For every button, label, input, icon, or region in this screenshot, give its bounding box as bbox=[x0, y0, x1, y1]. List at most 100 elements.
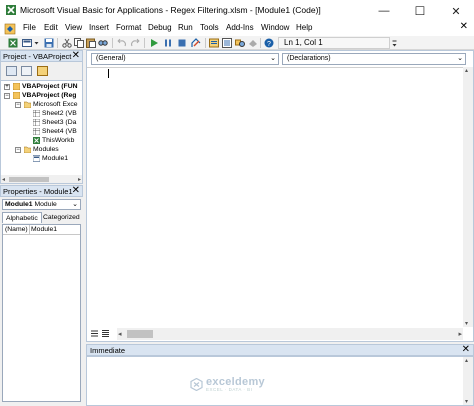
menu-run[interactable]: Run bbox=[178, 23, 193, 32]
scroll-thumb[interactable] bbox=[127, 330, 153, 338]
procedure-view-icon[interactable] bbox=[90, 329, 99, 338]
view-excel-icon[interactable] bbox=[8, 38, 18, 48]
close-code-window-icon[interactable]: ✕ bbox=[460, 22, 468, 32]
menu-help[interactable]: Help bbox=[296, 23, 312, 32]
find-icon[interactable] bbox=[98, 38, 108, 48]
scroll-up-icon[interactable]: ▴ bbox=[465, 67, 468, 74]
view-object-icon[interactable] bbox=[21, 66, 32, 76]
worksheet-icon bbox=[33, 119, 40, 126]
insert-module-icon[interactable] bbox=[22, 38, 32, 48]
immediate-pane-title: Immediate bbox=[90, 346, 126, 355]
immediate-vertical-scrollbar[interactable]: ▴ ▾ bbox=[463, 357, 473, 405]
reset-icon[interactable] bbox=[177, 38, 187, 48]
property-row-name[interactable]: (Name) Module1 bbox=[3, 225, 80, 235]
scroll-down-icon[interactable]: ▾ bbox=[465, 398, 468, 405]
menu-insert[interactable]: Insert bbox=[89, 23, 109, 32]
tree-label: Sheet4 (VB bbox=[42, 128, 77, 135]
menu-bar: File Edit View Insert Format Debug Run T… bbox=[0, 22, 474, 36]
menu-debug[interactable]: Debug bbox=[148, 23, 172, 32]
expander[interactable]: − bbox=[15, 147, 21, 153]
chevron-down-icon[interactable]: ⌄ bbox=[457, 54, 463, 64]
redo-icon[interactable] bbox=[130, 38, 140, 48]
menu-format[interactable]: Format bbox=[116, 23, 141, 32]
menu-view[interactable]: View bbox=[65, 23, 82, 32]
menu-window[interactable]: Window bbox=[261, 23, 289, 32]
tree-item-sheet4[interactable]: Sheet4 (VB bbox=[33, 127, 77, 136]
close-immediate-pane-icon[interactable]: ✕ bbox=[462, 345, 470, 355]
menu-tools[interactable]: Tools bbox=[200, 23, 219, 32]
object-combo[interactable]: (General) ⌄ bbox=[91, 53, 279, 65]
project-tree-scrollbar[interactable]: ◂ ▸ bbox=[1, 175, 82, 183]
tree-item-sheet3[interactable]: Sheet3 (Da bbox=[33, 118, 76, 127]
property-name: (Name) bbox=[5, 226, 28, 233]
maximize-button[interactable]: ☐ bbox=[402, 0, 438, 22]
tree-item-module1[interactable]: Module1 bbox=[33, 154, 68, 163]
run-icon[interactable] bbox=[149, 38, 159, 48]
svg-text:?: ? bbox=[267, 41, 271, 48]
expander[interactable]: + bbox=[4, 84, 10, 90]
tree-item-vbaproject-regex[interactable]: VBAProject (Reg bbox=[13, 91, 76, 100]
expander[interactable]: − bbox=[15, 102, 21, 108]
object-name: Module1 bbox=[5, 201, 33, 208]
tree-item-sheet2[interactable]: Sheet2 (VB bbox=[33, 109, 77, 118]
immediate-pane-header: Immediate ✕ bbox=[86, 344, 474, 356]
toggle-folders-icon[interactable] bbox=[37, 66, 48, 76]
scroll-up-icon[interactable]: ▴ bbox=[465, 357, 468, 364]
close-project-pane-icon[interactable]: ✕ bbox=[72, 51, 80, 61]
copy-icon[interactable] bbox=[74, 38, 84, 48]
tree-item-thisworkbook[interactable]: ThisWorkb bbox=[33, 136, 74, 145]
design-mode-icon[interactable] bbox=[191, 38, 201, 48]
project-explorer-icon[interactable] bbox=[209, 38, 219, 48]
insert-dropdown-icon[interactable] bbox=[34, 38, 39, 48]
save-icon[interactable] bbox=[44, 38, 54, 48]
scroll-right-icon[interactable]: ▸ bbox=[458, 330, 462, 338]
tree-label: VBAProject (FUN bbox=[22, 83, 78, 90]
minimize-button[interactable]: — bbox=[366, 0, 402, 22]
properties-window-icon[interactable] bbox=[222, 38, 232, 48]
undo-icon[interactable] bbox=[117, 38, 127, 48]
property-value[interactable]: Module1 bbox=[31, 225, 57, 235]
scroll-down-icon[interactable]: ▾ bbox=[465, 320, 468, 327]
help-icon[interactable]: ? bbox=[264, 38, 274, 48]
tree-label: Microsoft Exce bbox=[33, 101, 78, 108]
expander[interactable]: − bbox=[4, 93, 10, 99]
procedure-combo-value: (Declarations) bbox=[287, 55, 331, 62]
close-properties-pane-icon[interactable]: ✕ bbox=[72, 186, 80, 196]
procedure-combo[interactable]: (Declarations) ⌄ bbox=[282, 53, 466, 65]
code-horizontal-scrollbar[interactable]: ◂ ▸ bbox=[117, 328, 463, 340]
properties-object-select[interactable]: Module1 Module ⌄ bbox=[2, 199, 81, 210]
view-mode-buttons bbox=[89, 328, 115, 340]
chevron-down-icon[interactable]: ⌄ bbox=[270, 54, 276, 64]
menu-add-ins[interactable]: Add-Ins bbox=[226, 23, 254, 32]
toolbar-options-icon[interactable] bbox=[392, 39, 397, 48]
tree-item-vbaproject-fun[interactable]: VBAProject (FUN bbox=[13, 82, 78, 91]
object-browser-icon[interactable] bbox=[235, 38, 245, 48]
cut-icon[interactable] bbox=[62, 38, 72, 48]
close-button[interactable]: ✕ bbox=[438, 0, 474, 22]
tab-alphabetic[interactable]: Alphabetic bbox=[2, 212, 42, 223]
break-icon[interactable] bbox=[163, 38, 173, 48]
tab-categorized[interactable]: Categorized bbox=[40, 212, 83, 223]
object-combo-value: (General) bbox=[96, 55, 126, 62]
tree-label: Sheet2 (VB bbox=[42, 110, 77, 117]
title-bar: Microsoft Visual Basic for Applications … bbox=[0, 0, 474, 22]
scroll-thumb[interactable] bbox=[9, 177, 49, 182]
tree-item-modules[interactable]: Modules bbox=[24, 145, 59, 154]
vba-menu-icon[interactable] bbox=[4, 23, 16, 35]
code-vertical-scrollbar[interactable]: ▴ ▾ bbox=[463, 67, 473, 327]
tree-item-excel-objects[interactable]: Microsoft Exce bbox=[24, 100, 78, 109]
scroll-left-icon[interactable]: ◂ bbox=[118, 330, 122, 338]
vbaproject-icon bbox=[13, 92, 20, 99]
scroll-left-icon[interactable]: ◂ bbox=[2, 176, 5, 183]
scroll-right-icon[interactable]: ▸ bbox=[78, 176, 81, 183]
worksheet-icon bbox=[33, 128, 40, 135]
paste-icon[interactable] bbox=[86, 38, 96, 48]
chevron-down-icon: ⌄ bbox=[72, 201, 78, 208]
view-code-icon[interactable] bbox=[6, 66, 17, 76]
full-module-view-icon[interactable] bbox=[101, 329, 110, 338]
tree-label: VBAProject (Reg bbox=[22, 92, 77, 99]
toolbox-icon[interactable] bbox=[248, 38, 258, 48]
menu-edit[interactable]: Edit bbox=[44, 23, 58, 32]
standard-toolbar: ? Ln 1, Col 1 bbox=[0, 36, 474, 50]
menu-file[interactable]: File bbox=[23, 23, 36, 32]
